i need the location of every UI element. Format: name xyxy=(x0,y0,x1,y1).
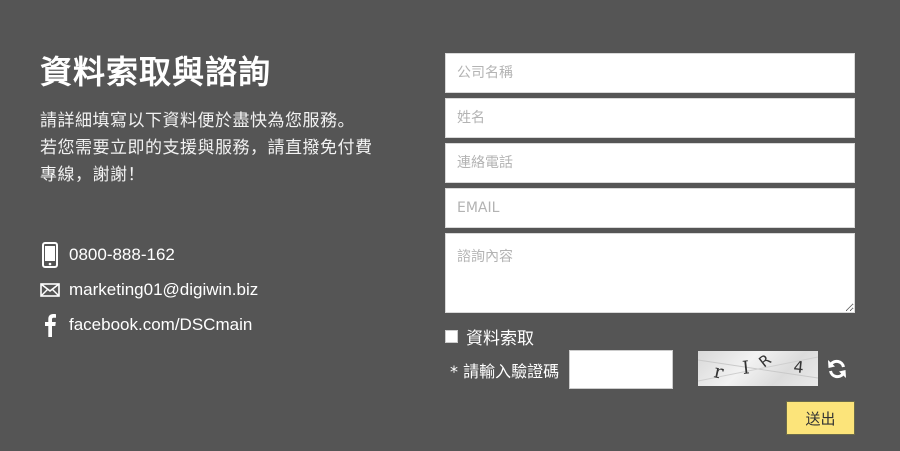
captcha-image: r I R 4 xyxy=(698,351,818,386)
phone-icon xyxy=(40,241,60,268)
contact-list: 0800-888-162 marketing01@digiwin.biz fac… xyxy=(40,237,258,342)
request-materials-checkbox[interactable] xyxy=(445,329,458,343)
contact-section: 資料索取與諮詢 請詳細填寫以下資料便於盡快為您服務。 若您需要立即的支援與服務，… xyxy=(40,52,430,189)
phone-number[interactable]: 0800-888-162 xyxy=(69,245,175,265)
captcha-char: r xyxy=(712,360,726,384)
description-line: 專線，謝謝！ xyxy=(40,165,145,185)
captcha-char: I xyxy=(741,357,750,379)
email-address[interactable]: marketing01@digiwin.biz xyxy=(69,280,258,300)
inquiry-textarea[interactable] xyxy=(445,233,855,313)
contact-facebook: facebook.com/DSCmain xyxy=(40,307,258,342)
email-input[interactable] xyxy=(445,188,855,228)
facebook-link[interactable]: facebook.com/DSCmain xyxy=(69,315,252,335)
request-materials-row: 資料索取 xyxy=(445,324,534,349)
phone-input[interactable] xyxy=(445,143,855,183)
name-input[interactable] xyxy=(445,98,855,138)
inquiry-form xyxy=(445,53,855,318)
captcha-input[interactable] xyxy=(569,350,673,389)
description-line: 請詳細填寫以下資料便於盡快為您服務。 xyxy=(40,111,355,131)
captcha-char: 4 xyxy=(793,357,805,377)
section-description: 請詳細填寫以下資料便於盡快為您服務。 若您需要立即的支援與服務，請直撥免付費 專… xyxy=(40,108,430,189)
captcha-label: * 請輸入驗證碼 xyxy=(450,362,560,381)
contact-email: marketing01@digiwin.biz xyxy=(40,272,258,307)
submit-button[interactable]: 送出 xyxy=(786,401,855,435)
description-line: 若您需要立即的支援與服務，請直撥免付費 xyxy=(40,138,373,158)
section-title: 資料索取與諮詢 xyxy=(40,53,272,91)
company-name-input[interactable] xyxy=(445,53,855,93)
refresh-captcha-icon[interactable] xyxy=(826,358,848,380)
facebook-icon xyxy=(40,312,60,338)
request-materials-label[interactable]: 資料索取 xyxy=(466,324,534,349)
captcha-char: R xyxy=(755,351,774,371)
contact-phone: 0800-888-162 xyxy=(40,237,258,272)
mail-icon xyxy=(40,277,60,303)
